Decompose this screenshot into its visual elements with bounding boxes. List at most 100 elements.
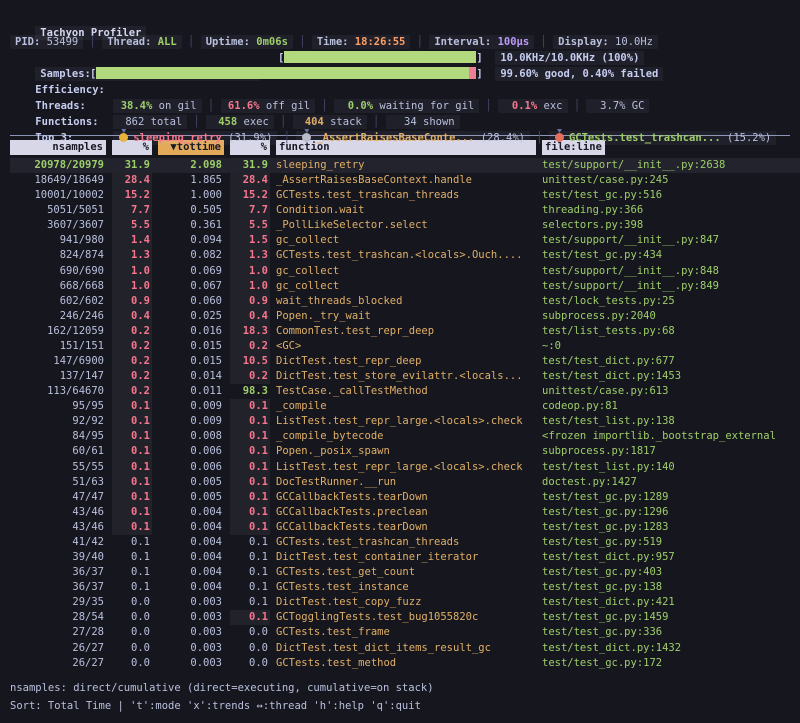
table-row[interactable]: 55/550.10.0060.1ListTest.test_repr_large… [10,460,800,475]
table-row[interactable]: 113/646700.20.01198.3TestCase._callTestM… [10,384,800,399]
nsamples-cell: 147/6900 [10,354,106,369]
silver-medal-icon [302,133,311,142]
nsamples-cell: 55/55 [10,460,106,475]
function-cell: GCTests.test_trashcan_threads [276,535,536,550]
table-row[interactable]: 41/420.10.0040.1GCTests.test_trashcan_th… [10,535,800,550]
table-row[interactable]: 60/610.10.0060.1Popen._posix_spawnsubpro… [10,444,800,459]
function-cell: DictTest.test_copy_fuzz [276,595,536,610]
table-row[interactable]: 824/8741.30.0821.3GCTests.test_trashcan.… [10,248,800,263]
table-row[interactable]: 28/540.00.0030.1GCTogglingTests.test_bug… [10,610,800,625]
nsamples-cell: 113/64670 [10,384,106,399]
table-row[interactable]: 51/630.10.0050.1DocTestRunner.__rundocte… [10,475,800,490]
direct-pct-cell: 0.0 [112,625,152,640]
direct-pct-cell: 0.0 [112,610,152,625]
tottime-cell: 0.004 [158,565,224,580]
cumulative-pct-cell: 0.1 [230,490,270,505]
function-cell: DictTest.test_repr_deep [276,354,536,369]
direct-pct-cell: 0.0 [112,641,152,656]
fileline-cell: test/list_tests.py:68 [542,324,800,339]
cumulative-pct-cell: 98.3 [230,384,270,399]
table-row[interactable]: 668/6681.00.0671.0gc_collecttest/support… [10,279,800,294]
table-row[interactable]: 27/280.00.0030.0GCTests.test_frametest/t… [10,625,800,640]
fileline-cell: test/lock_tests.py:25 [542,294,800,309]
nsamples-cell: 60/61 [10,444,106,459]
table-row[interactable]: 95/950.10.0090.1_compilecodeop.py:81 [10,399,800,414]
nsamples-cell: 29/35 [10,595,106,610]
function-cell: Popen._posix_spawn [276,444,536,459]
table-row[interactable]: 26/270.00.0030.0GCTests.test_methodtest/… [10,656,800,671]
cumulative-pct-cell: 0.1 [230,460,270,475]
tottime-cell: 0.069 [158,264,224,279]
table-row[interactable]: 602/6020.90.0600.9wait_threads_blockedte… [10,294,800,309]
table-row[interactable]: 151/1510.20.0150.2<GC>~:0 [10,339,800,354]
function-cell: TestCase._callTestMethod [276,384,536,399]
fileline-cell: test/test_gc.py:403 [542,565,800,580]
status-bar: PID: 53499 │ Thread: ALL │ Uptime: 0m06s… [10,34,800,50]
table-row[interactable]: 5051/50517.70.5057.7Condition.waitthread… [10,203,800,218]
fileline-cell: test/support/__init__.py:849 [542,279,800,294]
direct-pct-cell: 0.1 [112,490,152,505]
nsamples-cell: 84/95 [10,429,106,444]
table-row[interactable]: 47/470.10.0050.1GCCallbackTests.tearDown… [10,490,800,505]
function-cell: ListTest.test_repr_large.<locals>.check [276,414,536,429]
table-row[interactable]: 137/1470.20.0140.2DictTest.test_store_ev… [10,369,800,384]
nsamples-cell: 18649/18649 [10,173,106,188]
fileline-cell: test/test_gc.py:172 [542,656,800,671]
nsamples-cell: 39/40 [10,550,106,565]
table-row[interactable]: 941/9801.40.0941.5gc_collecttest/support… [10,233,800,248]
footer-legend: nsamples: direct/cumulative (direct=exec… [10,682,434,694]
samples-gauge: [] 10.0KHz/10.0KHz (100%) [278,50,644,66]
table-row[interactable]: 43/460.10.0040.1GCCallbackTests.preclean… [10,505,800,520]
direct-pct-cell: 1.3 [112,248,152,263]
function-cell: DictTest.test_container_iterator [276,550,536,565]
table-row[interactable]: 29/350.00.0030.1DictTest.test_copy_fuzzt… [10,595,800,610]
table-row[interactable]: 92/920.10.0090.1ListTest.test_repr_large… [10,414,800,429]
direct-pct-cell: 0.1 [112,444,152,459]
cumulative-pct-cell: 0.0 [230,656,270,671]
efficiency-bar [96,67,476,79]
function-cell: GCCallbackTests.tearDown [276,490,536,505]
tottime-cell: 0.016 [158,324,224,339]
fileline-cell: test/test_dict.py:677 [542,354,800,369]
table-row[interactable]: 10001/1000215.21.00015.2GCTests.test_tra… [10,188,800,203]
table-row[interactable]: 690/6901.00.0691.0gc_collecttest/support… [10,264,800,279]
fileline-cell: test/test_gc.py:1283 [542,520,800,535]
tottime-cell: 0.014 [158,369,224,384]
table-row[interactable]: 84/950.10.0080.1_compile_bytecode<frozen… [10,429,800,444]
nsamples-cell: 5051/5051 [10,203,106,218]
cumulative-pct-cell: 0.1 [230,535,270,550]
direct-pct-cell: 1.0 [112,264,152,279]
table-row[interactable]: 39/400.10.0040.1DictTest.test_container_… [10,550,800,565]
direct-pct-cell: 1.0 [112,279,152,294]
fileline-cell: test/test_gc.py:519 [542,535,800,550]
tottime-cell: 0.025 [158,309,224,324]
table-row[interactable]: 43/460.10.0040.1GCCallbackTests.tearDown… [10,520,800,535]
nsamples-cell: 43/46 [10,520,106,535]
table-row[interactable]: 147/69000.20.01510.5DictTest.test_repr_d… [10,354,800,369]
nsamples-cell: 10001/10002 [10,188,106,203]
function-cell: _AssertRaisesBaseContext.handle [276,173,536,188]
table-row[interactable]: 246/2460.40.0250.4Popen._try_waitsubproc… [10,309,800,324]
fileline-cell: codeop.py:81 [542,399,800,414]
cumulative-pct-cell: 0.1 [230,610,270,625]
direct-pct-cell: 0.9 [112,294,152,309]
table-row-selected[interactable]: 20978/2097931.92.09831.9sleeping_retryte… [10,158,800,173]
table-row[interactable]: 18649/1864928.41.86528.4_AssertRaisesBas… [10,173,800,188]
table-row[interactable]: 36/370.10.0040.1GCTests.test_get_countte… [10,565,800,580]
table-row[interactable]: 162/120590.20.01618.3CommonTest.test_rep… [10,324,800,339]
tottime-cell: 0.015 [158,354,224,369]
cumulative-pct-cell: 0.1 [230,414,270,429]
function-cell: GCTests.test_trashcan.<locals>.Ouch.... [276,248,536,263]
table-row[interactable]: 3607/36075.50.3615.5_PollLikeSelector.se… [10,218,800,233]
fileline-cell: test/test_gc.py:1459 [542,610,800,625]
table-row[interactable]: 26/270.00.0030.0DictTest.test_dict_items… [10,641,800,656]
direct-pct-cell: 0.1 [112,429,152,444]
table-row[interactable]: 36/370.10.0040.1GCTests.test_instancetes… [10,580,800,595]
cumulative-pct-cell: 0.2 [230,339,270,354]
bronze-medal-icon [555,133,564,142]
direct-pct-cell: 0.2 [112,369,152,384]
function-cell: gc_collect [276,279,536,294]
function-cell: DictTest.test_dict_items_result_gc [276,641,536,656]
function-cell: GCTests.test_instance [276,580,536,595]
efficiency-gauge: [] 99.60% good, 0.40% failed [90,66,663,82]
